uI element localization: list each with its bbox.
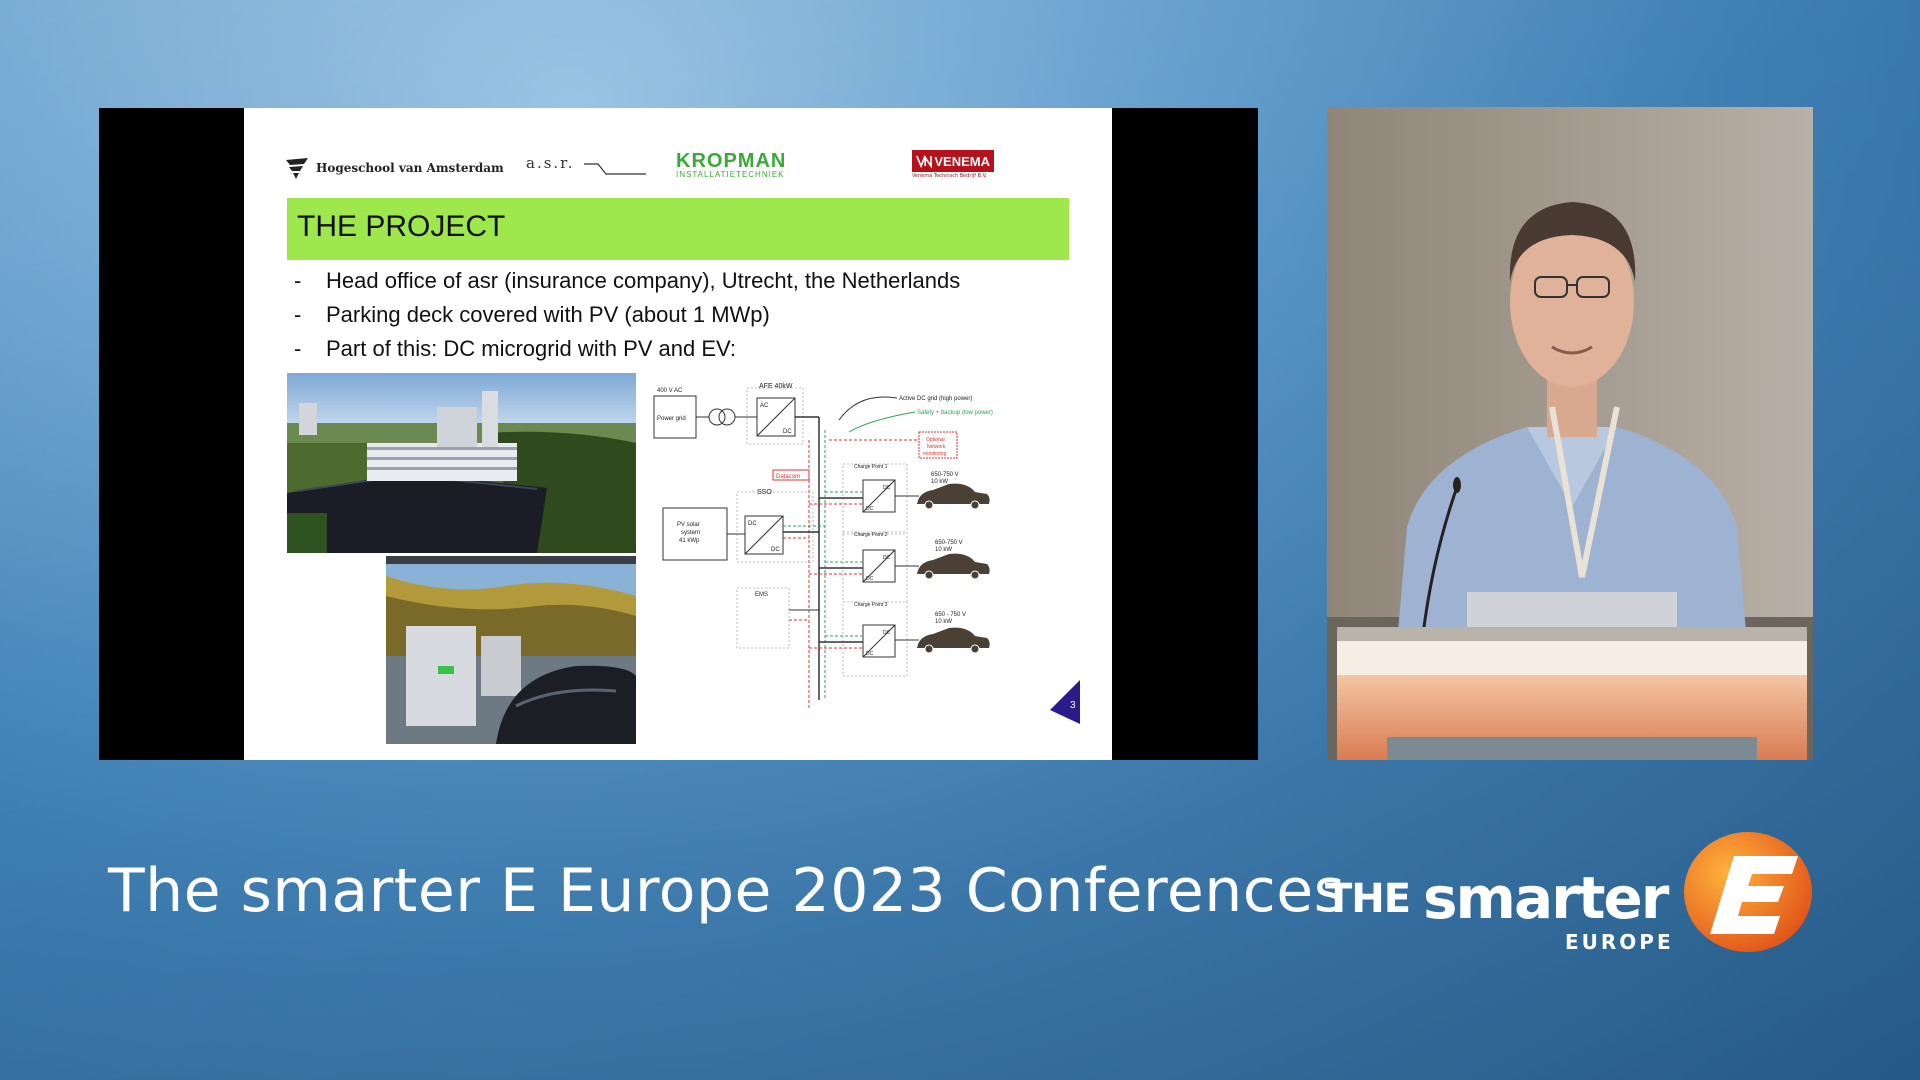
bullet-marker: - xyxy=(294,336,302,361)
parking-charger-photo xyxy=(386,556,636,744)
svg-text:DC: DC xyxy=(748,521,757,527)
svg-text:monitoring: monitoring xyxy=(923,451,947,457)
svg-text:PV solar: PV solar xyxy=(677,522,700,528)
brand-the: THE xyxy=(1325,876,1411,922)
venema-box: VENEMA xyxy=(912,150,994,172)
brand-europe: EUROPE xyxy=(1565,930,1674,954)
svg-text:DC: DC xyxy=(883,630,891,636)
logo-asr: a.s.r. xyxy=(526,154,575,172)
venema-name: VENEMA xyxy=(934,153,990,169)
hva-name: Hogeschool van Amsterdam xyxy=(316,161,504,175)
slide-title-bar: THE PROJECT xyxy=(287,198,1069,260)
diagram-power-grid-label: Power grid xyxy=(657,416,686,422)
svg-text:DC: DC xyxy=(883,555,891,561)
diagram-cp1-label: Charge Point 1 xyxy=(854,464,888,470)
diagram-sso: SSO xyxy=(757,489,772,496)
slide-frame: Hogeschool van Amsterdam a.s.r. KROPMAN … xyxy=(99,108,1258,760)
svg-text:41 kWp: 41 kWp xyxy=(679,538,700,544)
svg-text:Network: Network xyxy=(927,444,946,450)
brand-e-icon xyxy=(1684,832,1812,952)
svg-text:EMS: EMS xyxy=(755,592,768,598)
page-number: 3 xyxy=(1070,700,1076,711)
diagram-grid-voltage: 400 V AC xyxy=(657,388,683,394)
hva-emblem-icon xyxy=(286,158,308,179)
asr-swoosh-icon xyxy=(584,163,646,175)
svg-text:DC: DC xyxy=(883,485,891,491)
bullet-item: - Head office of asr (insurance company),… xyxy=(294,264,960,298)
bullet-text: Part of this: DC microgrid with PV and E… xyxy=(326,336,736,361)
bullet-marker: - xyxy=(294,268,302,293)
logo-hva: Hogeschool van Amsterdam xyxy=(284,156,504,180)
conference-title: The smarter E Europe 2023 Conferences xyxy=(108,856,1346,926)
page-number-badge: 3 xyxy=(1050,680,1080,724)
kropman-sub: INSTALLATIETECHNIEK xyxy=(676,170,785,179)
dc-microgrid-diagram: 400 V AC Power grid AFE 40kW AC DC Activ… xyxy=(653,383,993,710)
logo-venema: VENEMA Venema Technisch Bedrijf B.V. xyxy=(912,150,994,179)
slide-bullets: - Head office of asr (insurance company),… xyxy=(294,264,960,366)
svg-text:AC: AC xyxy=(760,403,769,409)
svg-text:10 kW: 10 kW xyxy=(935,619,952,625)
diagram-cp2-label: Charge Point 2 xyxy=(854,532,888,538)
svg-text:10 kW: 10 kW xyxy=(935,547,952,553)
bullet-item: - Parking deck covered with PV (about 1 M… xyxy=(294,298,960,332)
bullet-item: - Part of this: DC microgrid with PV and … xyxy=(294,332,960,366)
svg-text:DC: DC xyxy=(866,506,874,512)
bullet-text: Parking deck covered with PV (about 1 MW… xyxy=(326,302,770,327)
svg-text:Optional: Optional xyxy=(926,437,945,443)
bullet-marker: - xyxy=(294,302,302,327)
svg-text:650 - 750 V: 650 - 750 V xyxy=(935,612,966,618)
svg-text:10 kW: 10 kW xyxy=(931,479,948,485)
svg-text:650-750 V: 650-750 V xyxy=(931,472,959,478)
diagram-datacom: Datacom xyxy=(776,474,800,480)
diagram-cp3-label: Charge Point 3 xyxy=(854,602,888,608)
diagram-safety-label: Safety + backup (low power) xyxy=(917,410,993,416)
diagram-active-dc-grid: Active DC grid (high power) xyxy=(899,396,972,402)
venema-sub: Venema Technisch Bedrijf B.V. xyxy=(912,173,987,179)
svg-text:DC: DC xyxy=(866,651,874,657)
svg-text:650-750 V: 650-750 V xyxy=(935,540,963,546)
building-photo xyxy=(287,373,636,553)
brand-logo: THE smarter EUROPE xyxy=(1325,830,1815,960)
svg-text:DC: DC xyxy=(866,576,874,582)
bullet-text: Head office of asr (insurance company), … xyxy=(326,268,961,293)
slide: Hogeschool van Amsterdam a.s.r. KROPMAN … xyxy=(244,108,1112,760)
speaker-video xyxy=(1327,107,1813,760)
slide-logo-row: Hogeschool van Amsterdam a.s.r. KROPMAN … xyxy=(284,148,1064,188)
logo-kropman: KROPMAN INSTALLATIETECHNIEK xyxy=(676,150,786,179)
diagram-afe-label: AFE 40kW xyxy=(759,383,793,390)
svg-text:DC: DC xyxy=(771,547,780,553)
venema-emblem-icon xyxy=(916,155,932,169)
brand-smarter: smarter xyxy=(1423,864,1669,932)
svg-text:system: system xyxy=(681,530,700,536)
slide-title: THE PROJECT xyxy=(297,210,506,243)
svg-text:DC: DC xyxy=(783,429,792,435)
